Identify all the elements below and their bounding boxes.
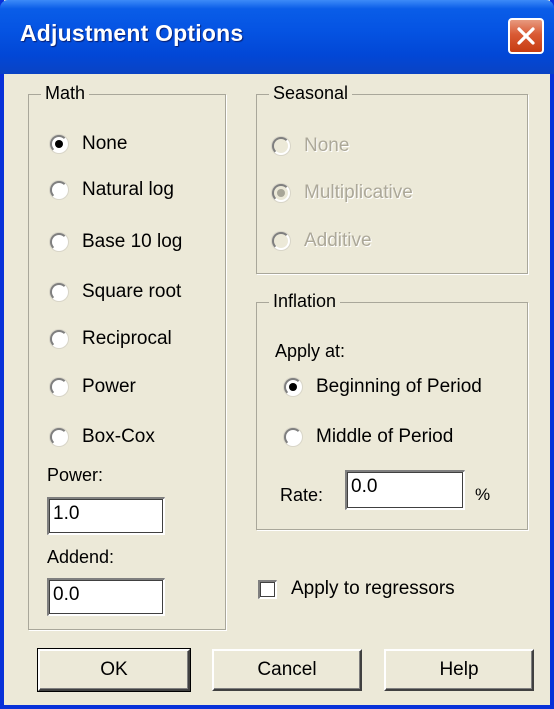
help-button[interactable]: Help bbox=[384, 649, 534, 691]
math-option-box-cox[interactable]: Box-Cox bbox=[50, 423, 155, 451]
math-legend: Math bbox=[41, 83, 90, 104]
title-bar[interactable]: Adjustment Options bbox=[0, 0, 554, 74]
cancel-button[interactable]: Cancel bbox=[212, 649, 362, 691]
math-option-label: Base 10 log bbox=[82, 231, 183, 252]
inflation-option-beginning[interactable]: Beginning of Period bbox=[284, 373, 482, 401]
math-option-label: Natural log bbox=[82, 179, 174, 200]
seasonal-none-radio bbox=[272, 137, 290, 155]
seasonal-legend: Seasonal bbox=[269, 83, 353, 104]
apply-to-regressors[interactable]: Apply to regressors bbox=[258, 578, 455, 600]
math-none-radio[interactable] bbox=[50, 135, 68, 153]
inflation-middle-radio[interactable] bbox=[284, 428, 302, 446]
apply-to-regressors-label: Apply to regressors bbox=[291, 578, 455, 599]
addend-input[interactable]: 0.0 bbox=[47, 578, 165, 616]
math-option-label: Power bbox=[82, 376, 136, 397]
window-title: Adjustment Options bbox=[20, 20, 244, 46]
power-label: Power: bbox=[47, 465, 104, 485]
rate-percent-unit: % bbox=[475, 485, 491, 504]
inflation-legend: Inflation bbox=[269, 291, 341, 312]
math-option-power[interactable]: Power bbox=[50, 373, 136, 401]
math-base-10-log-radio[interactable] bbox=[50, 233, 68, 251]
seasonal-option-multiplicative: Multiplicative bbox=[272, 179, 413, 207]
apply-to-regressors-checkbox[interactable] bbox=[258, 579, 277, 599]
math-option-square-root[interactable]: Square root bbox=[50, 278, 181, 306]
math-option-label: Reciprocal bbox=[82, 328, 172, 349]
math-option-label: None bbox=[82, 133, 128, 154]
power-input[interactable]: 1.0 bbox=[47, 497, 165, 535]
rate-label: Rate: bbox=[280, 485, 324, 505]
seasonal-group: Seasonal None Multiplicative Additive bbox=[256, 83, 528, 274]
seasonal-option-label: Multiplicative bbox=[304, 182, 413, 203]
seasonal-option-label: None bbox=[304, 135, 350, 156]
math-box-cox-radio[interactable] bbox=[50, 428, 68, 446]
seasonal-additive-radio bbox=[272, 232, 290, 250]
close-button[interactable] bbox=[508, 18, 544, 54]
rate-input[interactable]: 0.0 bbox=[345, 470, 465, 510]
math-option-none[interactable]: None bbox=[50, 130, 127, 158]
math-natural-log-radio[interactable] bbox=[50, 181, 68, 199]
seasonal-option-label: Additive bbox=[304, 230, 372, 251]
math-power-radio[interactable] bbox=[50, 378, 68, 396]
adjustment-options-dialog: Adjustment Options Math None Natural log… bbox=[0, 0, 554, 709]
math-reciprocal-radio[interactable] bbox=[50, 330, 68, 348]
math-option-natural-log[interactable]: Natural log bbox=[50, 176, 174, 204]
math-option-base-10-log[interactable]: Base 10 log bbox=[50, 228, 182, 256]
math-group: Math None Natural log Base 10 log Square… bbox=[28, 83, 226, 630]
ok-button[interactable]: OK bbox=[37, 648, 191, 692]
addend-label: Addend: bbox=[47, 547, 115, 567]
inflation-option-label: Middle of Period bbox=[316, 426, 454, 447]
inflation-group: Inflation Apply at: Beginning of Period … bbox=[256, 291, 528, 530]
apply-at-label: Apply at: bbox=[275, 341, 346, 361]
math-option-label: Box-Cox bbox=[82, 426, 155, 447]
math-square-root-radio[interactable] bbox=[50, 283, 68, 301]
seasonal-option-additive: Additive bbox=[272, 227, 372, 255]
math-option-reciprocal[interactable]: Reciprocal bbox=[50, 325, 172, 353]
inflation-beginning-radio[interactable] bbox=[284, 378, 302, 396]
close-x-icon bbox=[517, 27, 535, 45]
math-option-label: Square root bbox=[82, 281, 182, 302]
inflation-option-label: Beginning of Period bbox=[316, 376, 482, 397]
inflation-option-middle[interactable]: Middle of Period bbox=[284, 423, 453, 451]
seasonal-option-none: None bbox=[272, 132, 349, 160]
seasonal-multiplicative-radio bbox=[272, 184, 290, 202]
